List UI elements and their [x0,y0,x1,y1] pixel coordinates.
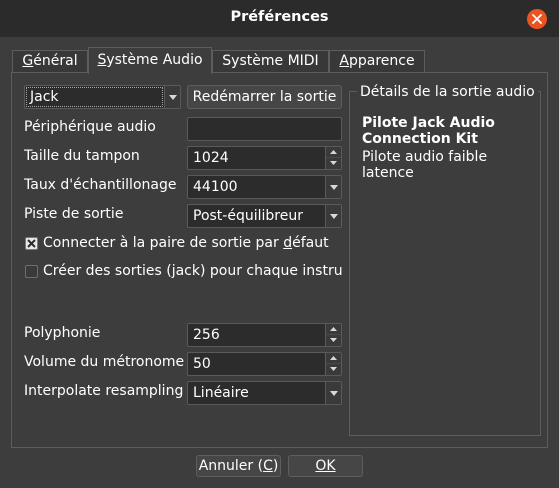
buffer-size-increment[interactable] [326,147,341,158]
focus-ring [26,87,163,107]
sample-rate-value: 44100 [193,179,238,195]
sample-rate-dropdown-button[interactable] [325,176,341,198]
connect-default-label-pre: Connecter à la paire de sortie par [43,235,284,251]
driver-details-description: Pilote audio faible latence [362,149,488,181]
resampling-dropdown-button[interactable] [325,382,341,404]
caret-down-icon [330,367,337,371]
output-track-combo[interactable]: Post-équilibreur [187,204,342,228]
polyphony-value: 256 [193,327,220,343]
metronome-volume-spinbox[interactable]: 50 [187,352,342,376]
metronome-volume-increment[interactable] [326,353,341,364]
output-track-value: Post-équilibreur [193,208,303,224]
resampling-label: Interpolate resampling [24,383,184,399]
device-input[interactable] [187,117,342,141]
metronome-volume-label: Volume du métronome [24,354,185,370]
cancel-label-accel: C [263,458,273,474]
chevron-down-icon [330,391,338,396]
tab-audio-accel: S [97,52,107,68]
close-button[interactable] [527,9,547,29]
sample-rate-combo[interactable]: 44100 [187,175,342,199]
buffer-size-stepper [325,147,341,169]
driver-dropdown-button[interactable] [164,86,180,108]
restart-output-button[interactable]: Redémarrer la sortie [187,85,342,109]
metronome-volume-value: 50 [193,356,211,372]
output-details-title: Détails de la sortie audio [357,84,538,100]
metronome-volume-decrement[interactable] [326,364,341,375]
tab-appearance[interactable]: Apparence [329,50,425,73]
checkmark-x-icon [27,239,36,248]
window-title: Préférences [230,9,329,25]
chevron-down-icon [169,95,177,100]
buffer-size-decrement[interactable] [326,158,341,169]
output-track-label: Piste de sortie [24,206,124,222]
output-track-dropdown-button[interactable] [325,205,341,227]
caret-down-icon [330,161,337,165]
polyphony-increment[interactable] [326,324,341,335]
tab-appearance-label: pparence [348,53,415,69]
buffer-size-label: Taille du tampon [24,148,140,164]
tab-general-accel: G [22,53,34,69]
caret-up-icon [330,356,337,360]
ok-label: OK [315,458,336,474]
tab-audio-label: ystème Audio [106,52,203,68]
cancel-label-pre: Annuler ( [198,458,264,474]
title-bar: Préférences [0,0,559,37]
resampling-combo[interactable]: Linéaire [187,381,342,405]
metronome-volume-stepper [325,353,341,375]
caret-down-icon [330,338,337,342]
resampling-value: Linéaire [193,385,249,401]
tab-audio-system[interactable]: Système Audio [88,47,212,74]
driver-details-heading: Pilote Jack Audio Connection Kit [362,115,495,147]
tab-midi-system[interactable]: Système MIDI [212,50,329,73]
close-icon [532,14,542,24]
sample-rate-label: Taux d'échantillonage [24,177,177,193]
per-instrument-outputs-checkbox[interactable] [25,265,38,278]
cancel-label-post: ) [272,458,279,474]
caret-up-icon [330,150,337,154]
device-label: Périphérique audio [24,119,156,135]
connect-default-label[interactable]: Connecter à la paire de sortie par défau… [43,235,329,251]
chevron-down-icon [330,185,338,190]
polyphony-label: Polyphonie [24,325,101,341]
polyphony-spinbox[interactable]: 256 [187,323,342,347]
polyphony-stepper [325,324,341,346]
tab-general[interactable]: Général [12,50,88,73]
chevron-down-icon [330,214,338,219]
connect-default-checkbox[interactable] [25,237,38,250]
tab-appearance-accel: A [339,53,349,69]
connect-default-label-post: éfaut [292,235,329,251]
ok-button[interactable]: OK [288,455,363,477]
cancel-button[interactable]: Annuler (C) [196,455,281,477]
connect-default-label-accel: d [283,235,293,251]
tab-midi-label: Système MIDI [222,53,319,69]
polyphony-decrement[interactable] [326,335,341,346]
driver-combo[interactable]: Jack [24,85,181,109]
caret-up-icon [330,327,337,331]
buffer-size-value: 1024 [193,150,229,166]
per-instrument-outputs-label[interactable]: Créer des sorties (jack) pour chaque ins… [43,263,342,279]
buffer-size-spinbox[interactable]: 1024 [187,146,342,170]
tab-general-label: énéral [33,53,78,69]
